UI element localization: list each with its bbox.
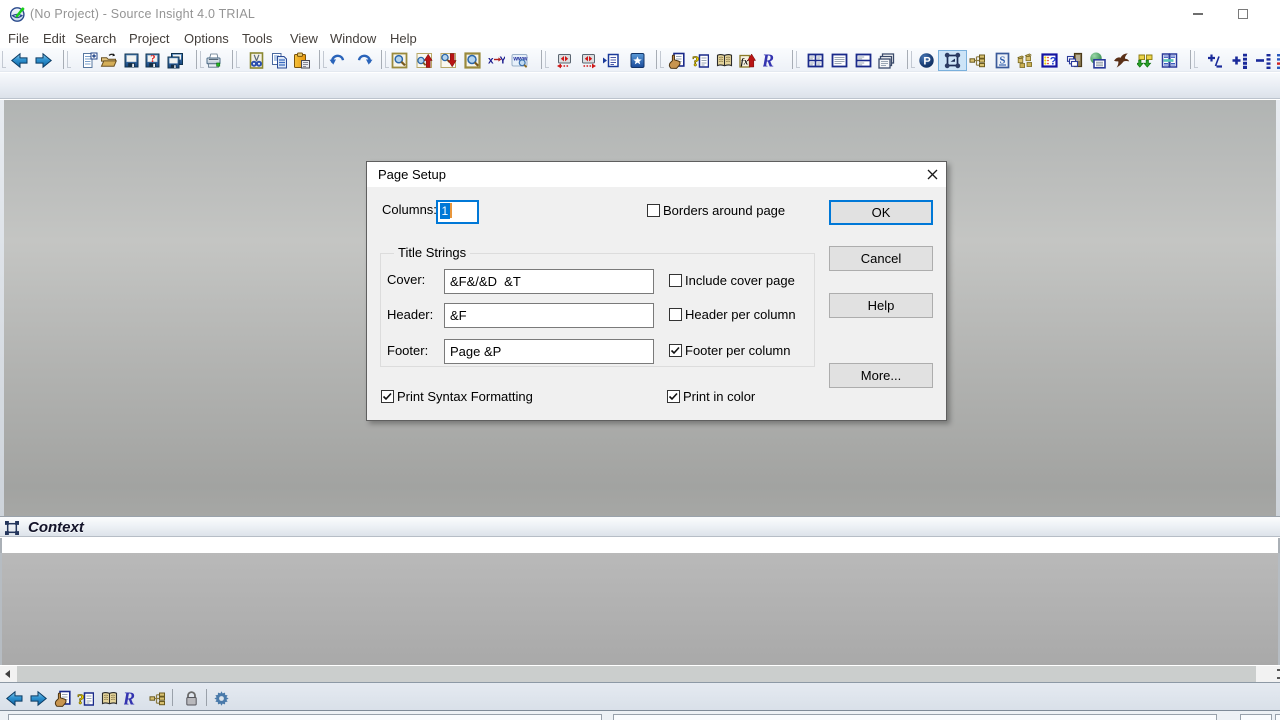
svg-text:?: ? bbox=[1050, 56, 1057, 68]
svg-text:?: ? bbox=[692, 54, 700, 69]
svg-text:R: R bbox=[124, 690, 135, 707]
svg-text:?: ? bbox=[150, 54, 155, 65]
svg-text:P: P bbox=[923, 56, 930, 68]
svg-text:?: ? bbox=[77, 692, 85, 707]
svg-text:Y: Y bbox=[500, 56, 506, 67]
svg-text:R: R bbox=[763, 52, 774, 69]
svg-text:x: x bbox=[488, 56, 494, 67]
svg-text:fx: fx bbox=[741, 57, 749, 67]
